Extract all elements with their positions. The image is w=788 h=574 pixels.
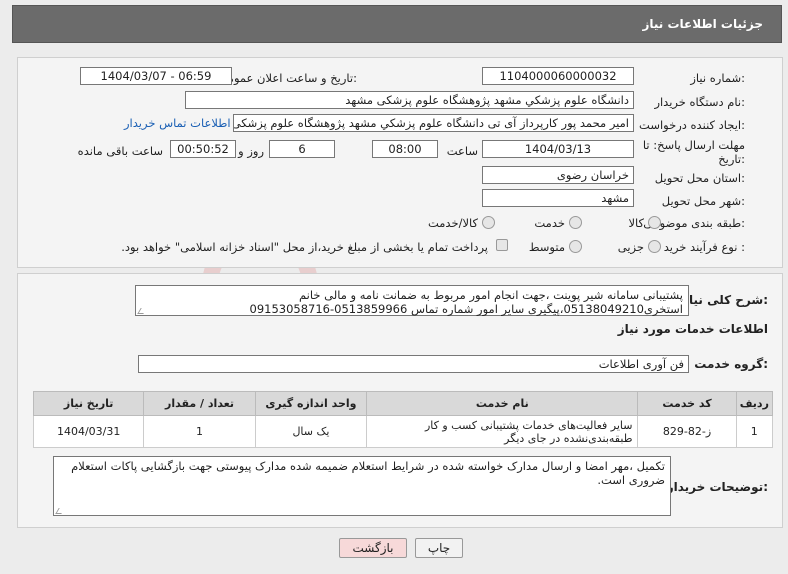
deadline-label: مهلت ارسال پاسخ: تا [642,138,745,152]
col-unit: واحد اندازه گیری [254,391,368,416]
cell-unit: یک سال [254,415,368,448]
need-number-field: 1104000060000032 [482,67,634,85]
remaining-time-field: 00:50:52 [170,140,236,158]
deadline-time-field: 08:00 [372,140,438,158]
days-label: روز و [238,144,264,158]
need-number-label: شماره نیاز: [690,71,745,85]
deadline-time-label: ساعت [446,144,478,158]
category-service-radio[interactable] [569,216,582,229]
category-service-label: خدمت [534,216,565,230]
category-goods-label: کالا [628,216,644,230]
table-row: 1 ز-82-829 سایر فعالیت‌های خدمات پشتیبان… [32,415,774,448]
payment-note: پرداخت تمام یا بخشی از مبلغ خرید،از محل … [121,240,488,254]
col-qty: تعداد / مقدار [143,391,256,416]
province-field: خراسان رضوی [482,166,634,184]
col-code: کد خدمت [637,391,737,416]
cell-qty: 1 [143,415,256,448]
announce-label: تاریخ و ساعت اعلان عمومی: [218,71,357,85]
process-medium-radio[interactable] [569,240,582,253]
treasury-payment-checkbox[interactable] [496,239,508,251]
city-field: مشهد [482,189,634,207]
cell-date: 1404/03/31 [32,415,145,448]
buyer-contact-link[interactable]: اطلاعات تماس خریدار [124,116,231,130]
buyer-field: دانشگاه علوم پزشکي مشهد پژوهشگاه علوم پز… [185,91,634,109]
process-partial-radio[interactable] [648,240,661,253]
service-group-field: فن آوری اطلاعات [138,355,689,373]
col-date: تاریخ نیاز [32,391,145,416]
page-title: جزئیات اطلاعات نیاز [642,17,763,31]
services-table: ردیف کد خدمت نام خدمت واحد اندازه گیری ت… [32,391,774,448]
announce-field: 1404/03/07 - 06:59 [80,67,232,85]
buyer-notes-textarea[interactable]: تکمیل ،مهر امضا و ارسال مدارک خواسته شده… [53,456,671,516]
creator-field: امیر محمد پور کارپرداز آی تی دانشگاه علو… [233,114,634,132]
resize-grip-icon[interactable] [137,308,147,314]
cell-name: سایر فعالیت‌های خدمات پشتیبانی کسب و کار… [366,415,639,448]
need-info-panel [17,57,783,268]
buyer-label: نام دستگاه خریدار: [654,95,745,109]
summary-label: شرح کلی نیاز: [682,293,768,307]
buyer-notes-text: تکمیل ،مهر امضا و ارسال مدارک خواسته شده… [71,459,665,487]
table-header-row: ردیف کد خدمت نام خدمت واحد اندازه گیری ت… [32,391,774,416]
page-header: جزئیات اطلاعات نیاز [12,5,782,43]
services-section-title: اطلاعات خدمات مورد نیاز [617,322,768,336]
creator-label: ایجاد کننده درخواست: [639,118,745,132]
summary-text: پشتیبانی سامانه شیر پوینت ،جهت انجام امو… [249,288,684,316]
cell-row: 1 [735,415,774,448]
deadline-date-field: 1404/03/13 [482,140,634,158]
city-label: شهر محل تحویل: [661,194,745,208]
cell-code: ز-82-829 [637,415,737,448]
category-goods-radio[interactable] [648,216,661,229]
process-partial-label: جزیی [617,240,644,254]
col-row: ردیف [735,391,774,416]
process-medium-label: متوسط [528,240,565,254]
service-group-label: گروه خدمت: [694,357,768,371]
buyer-notes-label: توضیحات خریدار: [666,480,768,494]
province-label: استان محل تحویل: [654,171,745,185]
col-name: نام خدمت [366,391,639,416]
category-both-label: کالا/خدمت [427,216,478,230]
back-button[interactable]: بازگشت [339,538,407,558]
resize-grip-icon[interactable] [55,508,65,514]
days-field: 6 [269,140,335,158]
summary-textarea[interactable]: پشتیبانی سامانه شیر پوینت ،جهت انجام امو… [135,285,689,316]
remaining-label: ساعت باقی مانده [77,144,163,158]
category-both-radio[interactable] [482,216,495,229]
deadline-label-2: تاریخ: [718,152,745,166]
print-button[interactable]: چاپ [415,538,463,558]
process-label: نوع فرآیند خرید : [663,240,745,254]
